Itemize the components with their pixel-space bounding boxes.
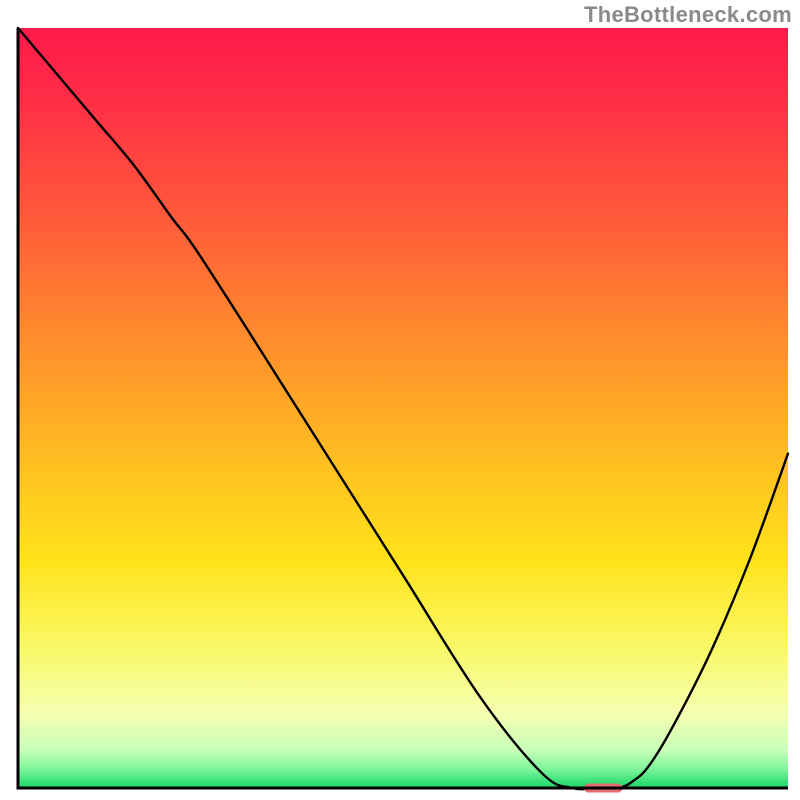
watermark-text: TheBottleneck.com <box>584 2 792 28</box>
gradient-background <box>18 28 788 788</box>
chart-svg <box>0 0 800 800</box>
chart-container: TheBottleneck.com <box>0 0 800 800</box>
